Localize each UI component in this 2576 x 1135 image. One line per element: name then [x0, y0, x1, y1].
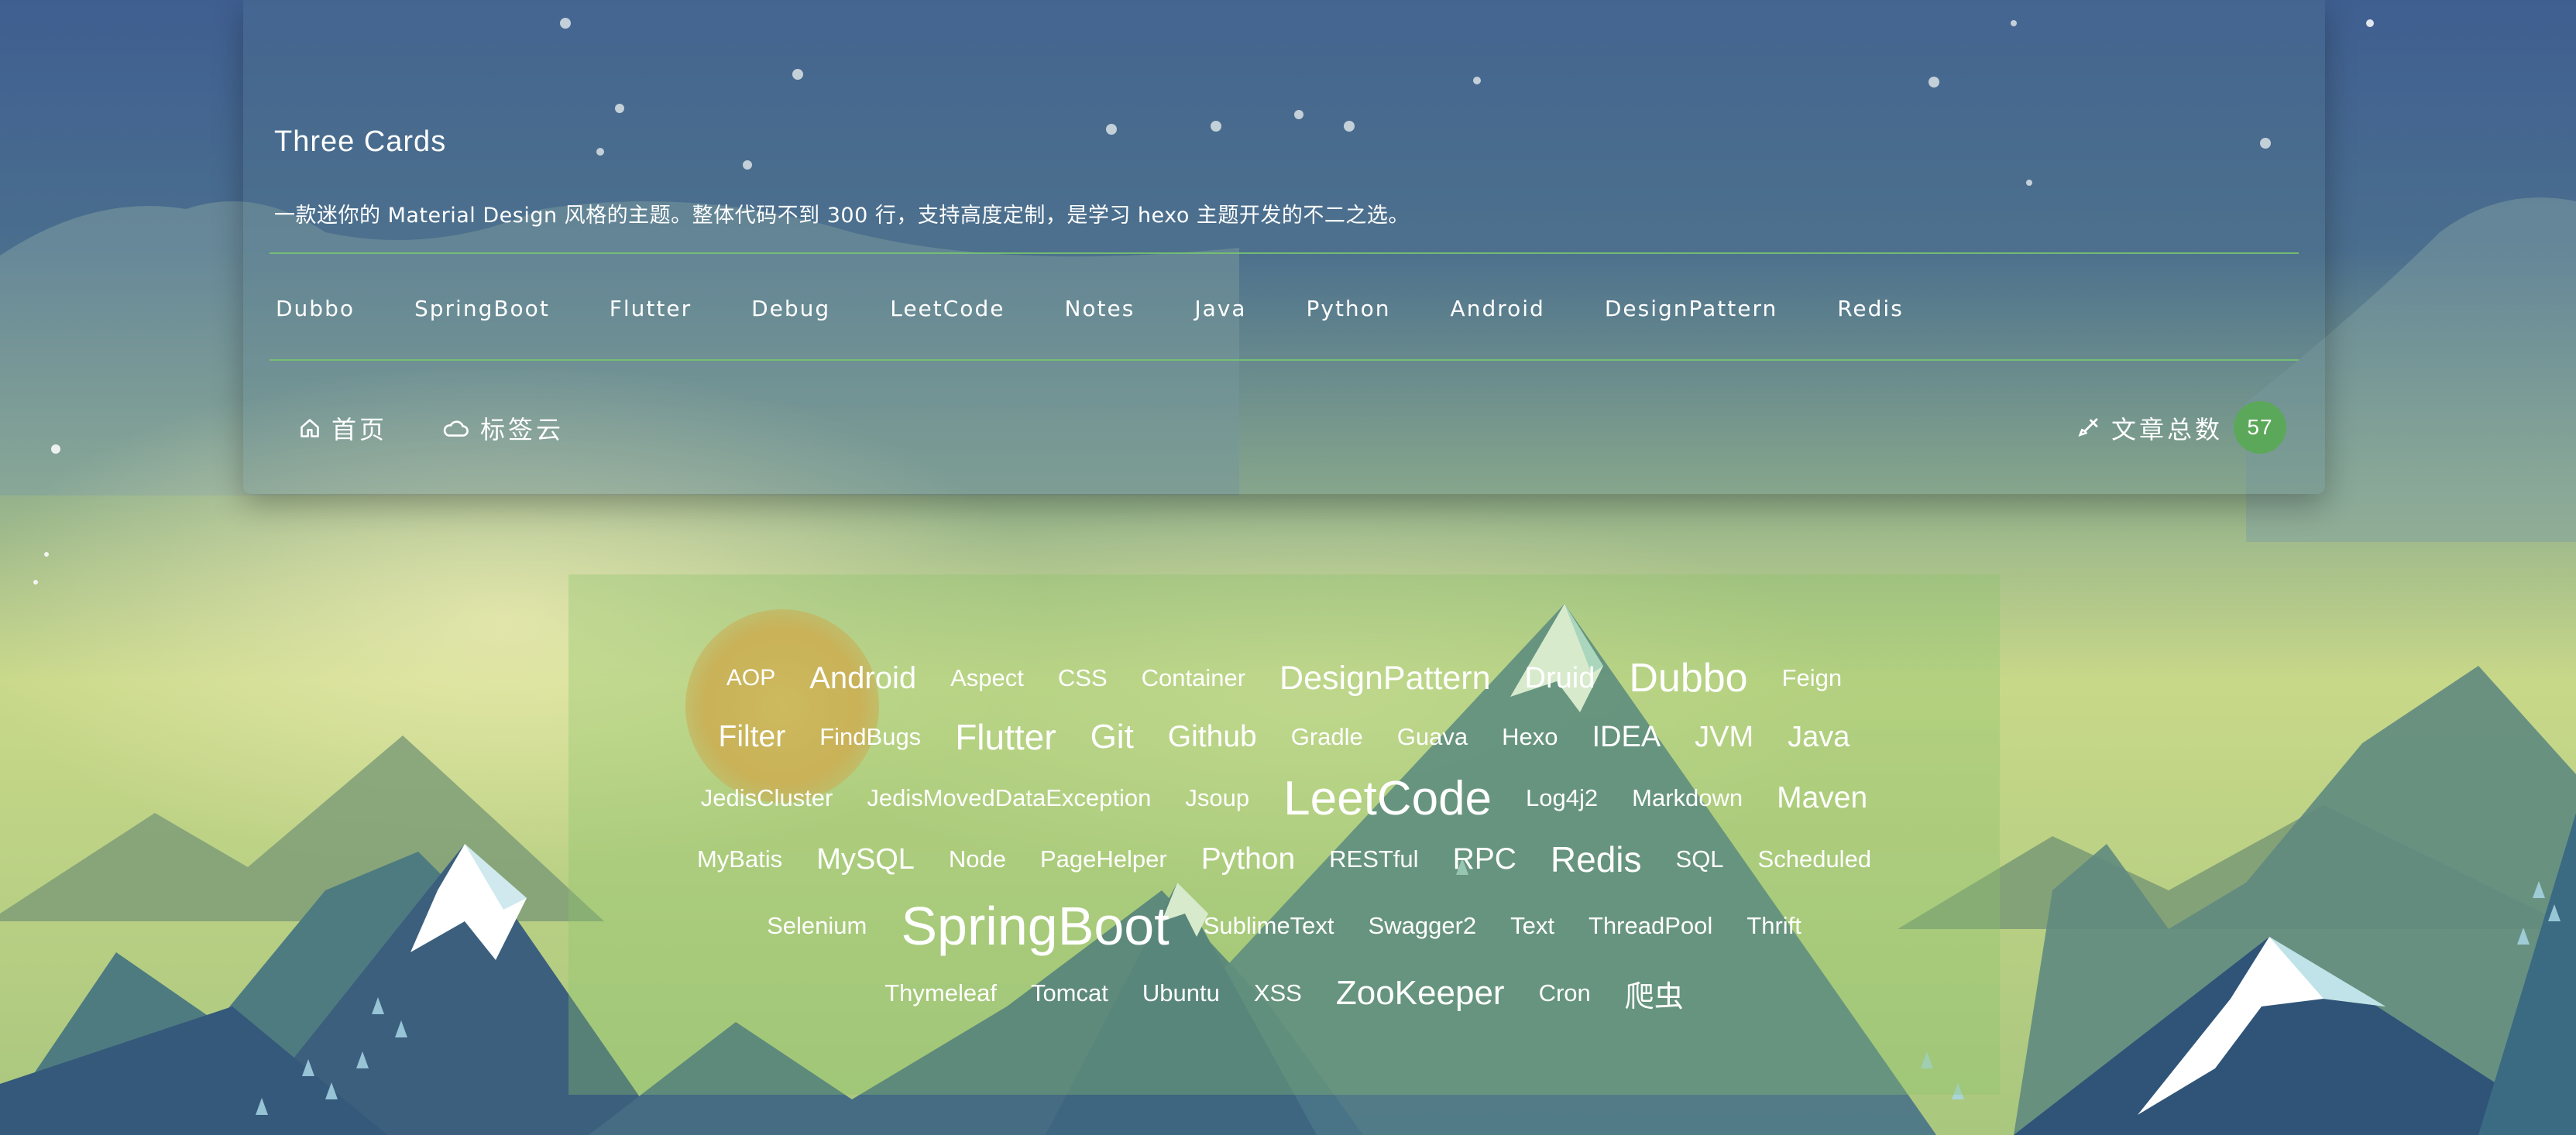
tag-link[interactable]: Filter — [719, 720, 786, 754]
tag-link[interactable]: Selenium — [767, 912, 867, 940]
tag-link[interactable]: DesignPattern — [1279, 660, 1491, 698]
tag-row: AOP Android Aspect CSS Container DesignPatter… — [661, 649, 1907, 708]
tag-link[interactable]: Log4j2 — [1526, 784, 1598, 812]
home-link[interactable]: 首页 — [299, 410, 387, 446]
category-nav: Dubbo SpringBoot Flutter Debug LeetCode … — [276, 291, 1963, 326]
tag-link[interactable]: AOP — [726, 665, 775, 691]
divider — [270, 252, 2299, 254]
tag-link[interactable]: Cron — [1539, 979, 1591, 1007]
tag-link[interactable]: Github — [1168, 720, 1257, 754]
tag-link[interactable]: CSS — [1058, 664, 1108, 692]
tag-link[interactable]: Java — [1788, 721, 1850, 754]
post-count-label: 文章总数 — [2111, 415, 2223, 444]
category-item-springboot[interactable]: SpringBoot — [414, 291, 550, 326]
tag-link[interactable]: LeetCode — [1283, 771, 1492, 826]
tag-link[interactable]: ZooKeeper — [1336, 974, 1505, 1013]
tag-row: Thymeleaf Tomcat Ubuntu XSS ZooKeeper Cron 爬虫 — [661, 963, 1907, 1024]
tag-cloud-label: 标签云 — [480, 415, 565, 444]
tag-link[interactable]: PageHelper — [1040, 845, 1167, 873]
tag-link[interactable]: Ubuntu — [1142, 979, 1220, 1007]
tag-link[interactable]: JVM — [1695, 721, 1753, 754]
divider — [270, 359, 2299, 361]
tag-link[interactable]: Python — [1201, 842, 1295, 876]
category-item-flutter[interactable]: Flutter — [610, 291, 692, 326]
tag-link[interactable]: Node — [949, 845, 1006, 873]
home-label: 首页 — [331, 415, 388, 444]
tag-link[interactable]: Jsoup — [1185, 784, 1249, 812]
pen-icon — [2078, 418, 2098, 437]
category-item-notes[interactable]: Notes — [1064, 291, 1135, 326]
tag-link[interactable]: RPC — [1453, 842, 1516, 876]
tag-link[interactable]: Git — [1091, 718, 1134, 756]
tag-link[interactable]: 爬虫 — [1625, 972, 1684, 1015]
tag-row: Filter FindBugs Flutter Git Github Gradle Guav… — [661, 708, 1907, 766]
tag-link[interactable]: Markdown — [1632, 784, 1743, 812]
tag-link[interactable]: Container — [1142, 664, 1245, 692]
tag-link[interactable]: Feign — [1782, 664, 1843, 692]
tag-link[interactable]: Hexo — [1502, 723, 1558, 751]
tag-link[interactable]: Redis — [1551, 838, 1642, 880]
tag-link[interactable]: Swagger2 — [1369, 912, 1477, 940]
tag-link[interactable]: Scheduled — [1758, 845, 1872, 873]
site-description: 一款迷你的 Material Design 风格的主题。整体代码不到 300 行… — [274, 204, 1410, 228]
category-item-android[interactable]: Android — [1451, 291, 1545, 326]
tag-link[interactable]: Android — [809, 661, 916, 696]
tag-link[interactable]: MyBatis — [697, 845, 782, 873]
category-item-java[interactable]: Java — [1194, 291, 1246, 326]
tag-link[interactable]: Gradle — [1291, 723, 1363, 751]
category-item-leetcode[interactable]: LeetCode — [890, 291, 1005, 326]
tag-link[interactable]: SQL — [1676, 845, 1724, 873]
tag-link[interactable]: JedisCluster — [701, 784, 833, 812]
tag-link[interactable]: Thymeleaf — [884, 979, 997, 1007]
category-item-designpattern[interactable]: DesignPattern — [1605, 291, 1777, 326]
tag-link[interactable]: Aspect — [950, 664, 1024, 692]
tag-cloud-link[interactable]: 标签云 — [441, 410, 564, 446]
site-title[interactable]: Three Cards — [274, 125, 446, 159]
tag-link[interactable]: IDEA — [1592, 721, 1661, 754]
category-item-dubbo[interactable]: Dubbo — [276, 291, 355, 326]
tag-row: MyBatis MySQL Node PageHelper Python RESTful R… — [661, 830, 1907, 889]
main-nav: 首页 标签云 — [299, 410, 618, 446]
tag-link[interactable]: Text — [1510, 912, 1554, 940]
tag-link[interactable]: ThreadPool — [1589, 912, 1712, 940]
tag-link[interactable]: SpringBoot — [901, 895, 1169, 957]
tag-link[interactable]: Guava — [1397, 723, 1468, 751]
tag-link[interactable]: XSS — [1254, 979, 1302, 1007]
category-item-debug[interactable]: Debug — [751, 291, 830, 326]
tag-link[interactable]: SublimeText — [1204, 912, 1334, 940]
home-icon — [301, 419, 319, 437]
tag-row: JedisCluster JedisMovedDataException Jsoup… — [661, 766, 1907, 830]
tag-link[interactable]: Flutter — [955, 716, 1056, 758]
tag-link[interactable]: Thrift — [1747, 912, 1801, 940]
category-item-python[interactable]: Python — [1306, 291, 1390, 326]
tag-link[interactable]: MySQL — [816, 843, 915, 876]
tag-cloud-panel: AOP Android Aspect CSS Container DesignPatter… — [568, 574, 2000, 1095]
tag-cloud: AOP Android Aspect CSS Container DesignPatter… — [568, 649, 2000, 1024]
tag-link[interactable]: Maven — [1777, 781, 1867, 815]
tag-row: Selenium SpringBoot SublimeText Swagger2 Tex… — [661, 889, 1907, 963]
header-card: Three Cards 一款迷你的 Material Design 风格的主题。… — [243, 0, 2325, 494]
tag-link[interactable]: Tomcat — [1031, 979, 1108, 1007]
tag-link[interactable]: JedisMovedDataException — [867, 784, 1151, 812]
tag-link[interactable]: FindBugs — [819, 723, 921, 751]
cloud-icon — [443, 420, 469, 437]
tag-link[interactable]: Druid — [1525, 662, 1595, 695]
post-count-badge: 57 — [2234, 401, 2286, 454]
post-count: 文章总数 — [2077, 410, 2223, 446]
tag-link[interactable]: Dubbo — [1629, 655, 1747, 701]
tag-link[interactable]: RESTful — [1329, 845, 1418, 873]
category-item-redis[interactable]: Redis — [1837, 291, 1904, 326]
